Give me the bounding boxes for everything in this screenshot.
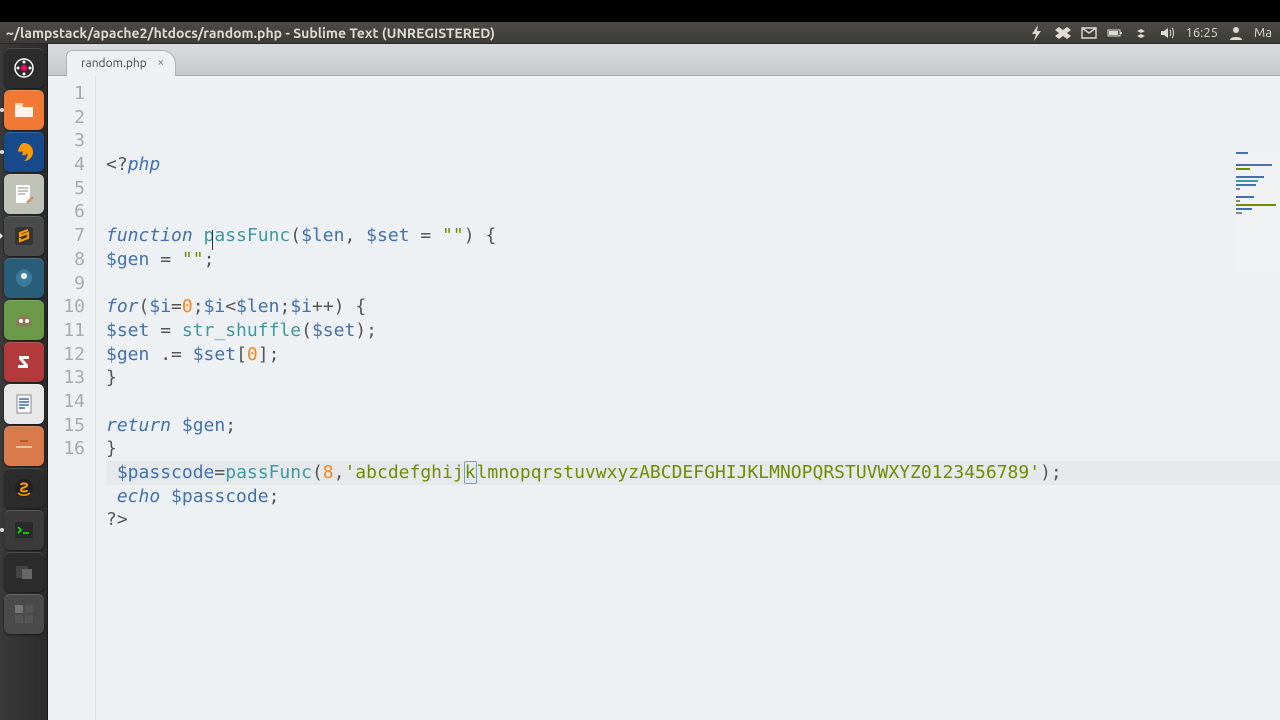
launcher-devices[interactable] [4, 552, 44, 592]
code-line[interactable] [106, 272, 1280, 296]
line-number: 15 [48, 414, 85, 438]
launcher-filezilla[interactable] [4, 342, 44, 382]
code-line[interactable]: <?php [106, 153, 1280, 177]
launcher-terminal[interactable] [4, 510, 44, 550]
launcher-firefox[interactable] [4, 132, 44, 172]
line-number: 8 [48, 248, 85, 272]
code-content[interactable]: <?php function passFunc($len, $set = "") … [96, 76, 1280, 720]
minimap-line [1236, 212, 1242, 214]
launcher-workspace[interactable] [4, 594, 44, 634]
code-line[interactable]: function passFunc($len, $set = "") { [106, 224, 1280, 248]
dropbox-icon[interactable] [1055, 25, 1071, 41]
minimap[interactable] [1236, 152, 1280, 272]
minimap-line [1236, 196, 1254, 198]
system-tray: 16:25 Ma [1021, 22, 1280, 44]
line-number: 5 [48, 177, 85, 201]
minimap-line [1236, 208, 1252, 210]
battery-icon[interactable] [1107, 25, 1123, 41]
editor-window: random.php × 12345678910111213141516 <?p… [48, 44, 1280, 720]
minimap-line [1236, 168, 1250, 170]
line-number: 14 [48, 390, 85, 414]
user-icon[interactable] [1228, 25, 1244, 41]
minimap-line [1236, 204, 1276, 206]
tab-random-php[interactable]: random.php × [66, 50, 176, 76]
minimap-line [1236, 188, 1240, 190]
code-line[interactable]: } [106, 437, 1280, 461]
launcher-dash[interactable] [4, 48, 44, 88]
launcher-amazon[interactable] [4, 468, 44, 508]
launcher-sublime[interactable] [4, 216, 44, 256]
line-number: 16 [48, 437, 85, 461]
unity-launcher [0, 44, 48, 720]
code-area[interactable]: 12345678910111213141516 <?phpfunction pa… [48, 76, 1280, 720]
tab-label: random.php [81, 57, 147, 70]
window-title: ~/lampstack/apache2/htdocs/random.php - … [6, 25, 495, 41]
code-line[interactable]: ?> [106, 508, 1280, 532]
code-line[interactable]: return $gen; [106, 414, 1280, 438]
line-number: 3 [48, 129, 85, 153]
line-number: 1 [48, 82, 85, 106]
code-line[interactable] [106, 200, 1280, 224]
minimap-line [1236, 152, 1248, 154]
text-cursor [212, 230, 213, 250]
code-line[interactable]: for($i=0;$i<$len;$i++) { [106, 295, 1280, 319]
mail-icon[interactable] [1081, 25, 1097, 41]
code-line[interactable]: $passcode=passFunc(8,'abcdefghijklmnopqr… [106, 461, 1280, 485]
minimap-line [1236, 180, 1258, 182]
minimap-line [1236, 200, 1240, 202]
line-number: 13 [48, 366, 85, 390]
line-number: 9 [48, 272, 85, 296]
launcher-files[interactable] [4, 90, 44, 130]
code-line[interactable]: } [106, 366, 1280, 390]
launcher-software[interactable] [4, 426, 44, 466]
minimap-line [1236, 164, 1272, 166]
code-line[interactable] [106, 177, 1280, 201]
line-number: 4 [48, 153, 85, 177]
volume-icon[interactable] [1159, 25, 1175, 41]
minimap-line [1236, 176, 1264, 178]
code-line[interactable]: $gen = ""; [106, 248, 1280, 272]
code-line[interactable]: echo $passcode; [106, 485, 1280, 509]
close-icon[interactable]: × [155, 57, 167, 69]
line-number: 12 [48, 343, 85, 367]
line-number: 6 [48, 200, 85, 224]
line-number: 11 [48, 319, 85, 343]
thunderbolt-icon[interactable] [1029, 25, 1045, 41]
line-number: 2 [48, 106, 85, 130]
network-icon[interactable] [1133, 25, 1149, 41]
code-line[interactable]: $set = str_shuffle($set); [106, 319, 1280, 343]
user-label[interactable]: Ma [1254, 26, 1272, 40]
launcher-gimp[interactable] [4, 300, 44, 340]
desktop-top-panel [0, 0, 1280, 22]
launcher-gedit[interactable] [4, 174, 44, 214]
launcher-shotwell[interactable] [4, 258, 44, 298]
code-line[interactable] [106, 390, 1280, 414]
line-number: 10 [48, 295, 85, 319]
line-number: 7 [48, 224, 85, 248]
tab-bar: random.php × [48, 44, 1280, 76]
launcher-libreoffice[interactable] [4, 384, 44, 424]
code-line[interactable]: $gen .= $set[0]; [106, 343, 1280, 367]
line-gutter: 12345678910111213141516 [48, 76, 96, 720]
clock[interactable]: 16:25 [1185, 26, 1218, 40]
minimap-line [1236, 184, 1256, 186]
